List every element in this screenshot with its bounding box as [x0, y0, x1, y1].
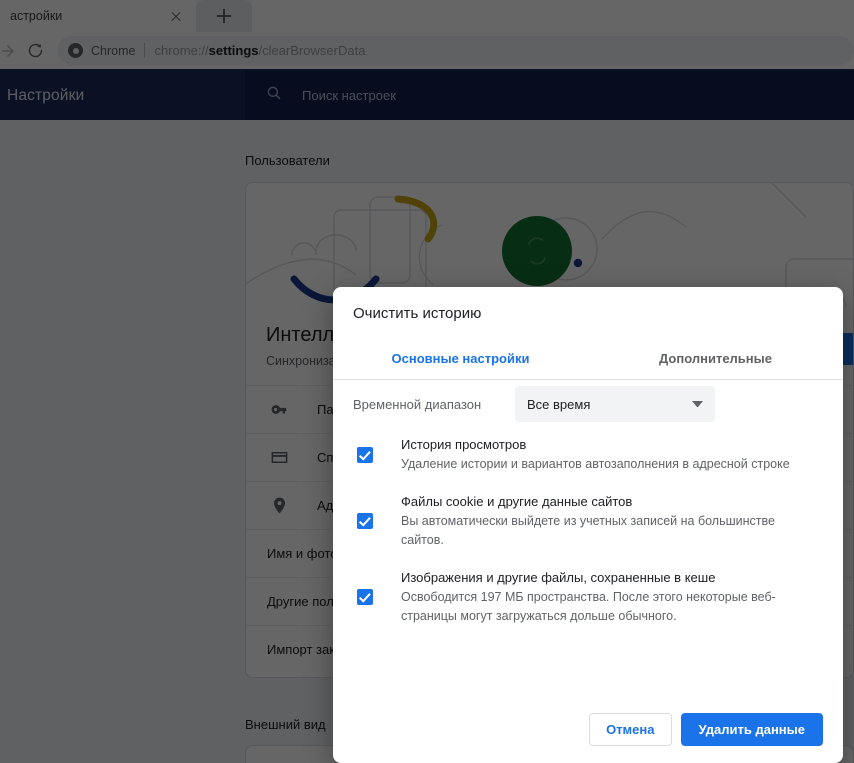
option-title: История просмотров [401, 437, 527, 452]
option-description: Освободится 197 МБ пространства. После э… [401, 590, 776, 623]
option-cached-files[interactable]: Изображения и другие файлы, сохраненные … [333, 568, 843, 626]
dialog-tab-bar: Основные настройки Дополнительные [333, 340, 843, 380]
clear-browsing-data-dialog: Очистить историю Основные настройки Допо… [333, 287, 843, 763]
checkbox-browsing-history[interactable] [357, 446, 373, 463]
checkbox-cookies[interactable] [357, 513, 373, 529]
cancel-button[interactable]: Отмена [589, 712, 672, 746]
dialog-footer: Отмена Удалить данные [333, 695, 843, 763]
option-description: Удаление истории и вариантов автозаполне… [401, 457, 790, 471]
chevron-down-icon [692, 401, 703, 407]
option-title: Файлы cookie и другие данные сайтов [401, 494, 633, 509]
clear-data-button[interactable]: Удалить данные [680, 712, 823, 746]
dialog-title: Очистить историю [353, 305, 482, 322]
option-cookies[interactable]: Файлы cookie и другие данные сайтов Вы а… [333, 492, 843, 550]
clear-options-list: История просмотров Удаление истории и ва… [333, 435, 843, 644]
time-range-value: Все время [527, 396, 591, 412]
tab-advanced[interactable]: Дополнительные [588, 340, 843, 380]
time-range-label: Временной диапазон [353, 396, 482, 412]
checkbox-cached-files[interactable] [357, 589, 373, 605]
option-title: Изображения и другие файлы, сохраненные … [401, 570, 716, 585]
option-browsing-history[interactable]: История просмотров Удаление истории и ва… [333, 435, 843, 474]
browser-window: астройки Chrome chrome://settings/clearB… [0, 0, 854, 763]
tab-basic[interactable]: Основные настройки [333, 340, 588, 380]
time-range-select[interactable]: Все время [515, 386, 715, 422]
time-range-row: Временной диапазон Все время [353, 386, 823, 422]
option-description: Вы автоматически выйдете из учетных запи… [401, 514, 775, 547]
